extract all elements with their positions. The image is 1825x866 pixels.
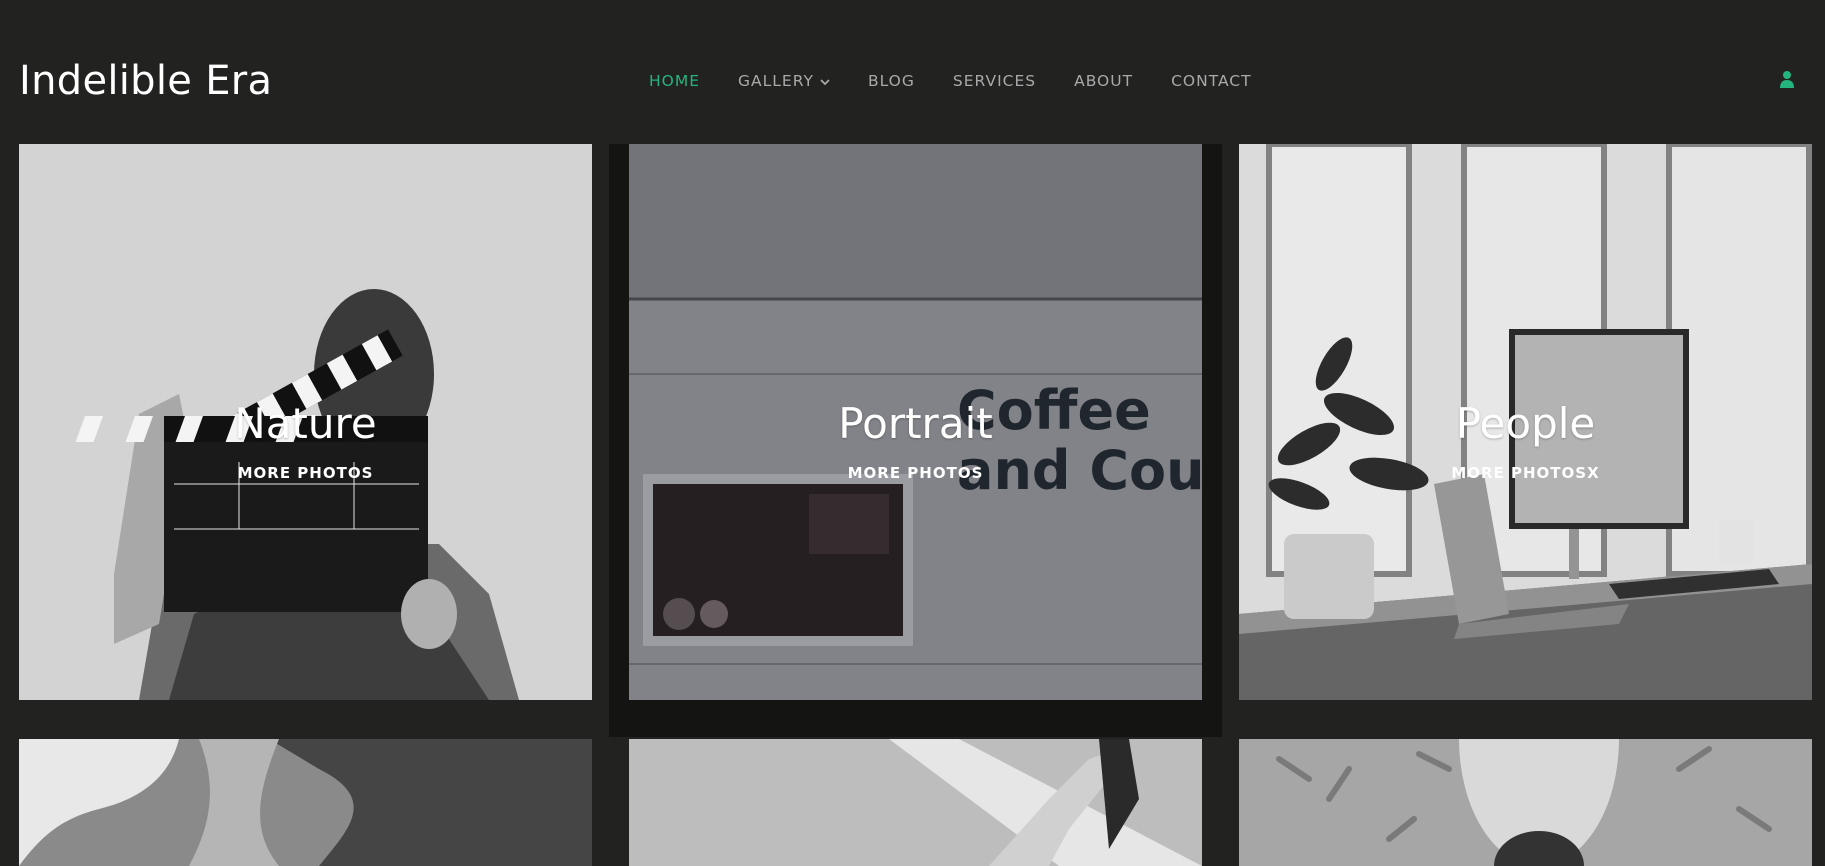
nav-gallery[interactable]: GALLERY (738, 72, 830, 90)
gallery-tile-portrait[interactable]: Coffee and Coup Portrait MORE PHOTOS (629, 144, 1202, 700)
gallery-tile-bottom-3[interactable] (1239, 739, 1812, 866)
more-photos-link[interactable]: MORE PHOTOSX (1239, 464, 1812, 482)
gallery-tile-people[interactable]: People MORE PHOTOSX (1239, 144, 1812, 700)
site-brand[interactable]: Indelible Era (19, 58, 272, 104)
nav-home[interactable]: HOME (649, 72, 700, 90)
chevron-down-icon (820, 72, 830, 90)
nav-services[interactable]: SERVICES (953, 72, 1036, 90)
main-nav: HOME GALLERY BLOG SERVICES ABOUT CONTACT (649, 72, 1290, 90)
nav-contact[interactable]: CONTACT (1171, 72, 1252, 90)
waves-photo (19, 739, 592, 866)
gallery-tile-bottom-2[interactable] (629, 739, 1202, 866)
user-icon[interactable] (1779, 70, 1795, 89)
more-photos-link[interactable]: MORE PHOTOS (629, 464, 1202, 482)
lying-person-photo (629, 739, 1202, 866)
more-photos-link[interactable]: MORE PHOTOS (19, 464, 592, 482)
nav-blog[interactable]: BLOG (868, 72, 915, 90)
tile-title: Nature (234, 399, 377, 448)
nav-about[interactable]: ABOUT (1074, 72, 1133, 90)
nav-gallery-label: GALLERY (738, 72, 814, 90)
gallery-tile-bottom-1[interactable] (19, 739, 592, 866)
gallery-tile-nature[interactable]: Nature MORE PHOTOS (19, 144, 592, 700)
confetti-wall-photo (1239, 739, 1812, 866)
tile-title: Portrait (838, 399, 993, 448)
tile-title: People (1455, 399, 1596, 448)
